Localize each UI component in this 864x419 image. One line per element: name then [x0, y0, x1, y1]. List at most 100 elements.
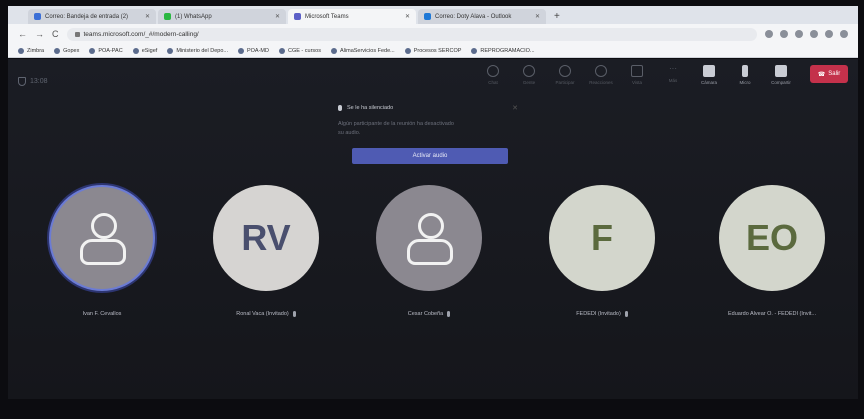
bookmark-icon [167, 47, 174, 54]
bookmark-item[interactable]: Ministerio del Depo... [167, 47, 228, 54]
participant-name-row: FEDEDI (Invitado) [576, 311, 628, 317]
new-tab-button[interactable]: + [548, 9, 566, 24]
control-label: Chat [488, 80, 498, 85]
mic-icon [338, 105, 342, 111]
bookmark-label: eSigef [141, 47, 158, 54]
chat-button[interactable]: Chat [482, 65, 504, 85]
raise-hand-icon [559, 65, 571, 77]
bookmark-item[interactable]: Zimbra [18, 47, 45, 54]
people-icon [523, 65, 535, 77]
mic-button[interactable]: Micro [734, 65, 756, 85]
leave-button[interactable]: ☎ Salir [810, 65, 848, 83]
share-icon [775, 65, 787, 77]
close-icon[interactable]: ✕ [405, 13, 410, 20]
back-icon[interactable]: ← [18, 29, 27, 39]
avatar [49, 185, 155, 291]
participant-name-row: Eduardo Alvear O. - FEDEDI (Invit... [728, 311, 816, 317]
address-bar: ← → C teams.microsoft.com/_#/modern-call… [8, 24, 858, 44]
bookmark-item[interactable]: POA-MD [237, 47, 269, 54]
lock-icon [74, 31, 80, 37]
bookmark-item[interactable]: eSigef [132, 47, 158, 54]
bookmark-item[interactable]: REPROGRAMACIO... [471, 47, 535, 54]
bookmark-item[interactable]: AlimaServicios Fede... [331, 47, 395, 54]
participant-tile[interactable]: Ivan F. Cevallos [37, 185, 167, 317]
unmute-button[interactable]: Activar audio [352, 148, 508, 164]
people-button[interactable]: Gente [518, 65, 540, 85]
teams-icon [294, 13, 301, 20]
extension-icons [765, 30, 848, 38]
close-icon[interactable]: ✕ [535, 13, 540, 20]
bookmark-label: Gopex [63, 47, 80, 54]
whatsapp-icon [164, 13, 171, 20]
control-label: Más [668, 78, 678, 83]
participant-tile[interactable]: RV Ronal Vaca (Invitado) [201, 185, 331, 317]
control-label: Reacciones [589, 80, 613, 85]
bookmark-item[interactable]: Procesos SERCOP [404, 47, 462, 54]
chat-icon [487, 65, 499, 77]
bookmark-item[interactable]: CGE - cursos [278, 47, 321, 54]
participant-name-row: Ivan F. Cevallos [83, 311, 122, 317]
camera-button[interactable]: Cámara [698, 65, 720, 85]
participant-tile[interactable]: EO Eduardo Alvear O. - FEDEDI (Invit... [707, 185, 837, 317]
participant-tile[interactable]: F FEDEDI (Invitado) [537, 185, 667, 317]
participant-name: Eduardo Alvear O. - FEDEDI (Invit... [727, 311, 817, 317]
close-icon[interactable]: ✕ [512, 104, 518, 112]
tab-label: Correo: Bandeja de entrada (2) [45, 13, 129, 20]
close-icon[interactable]: ✕ [145, 13, 150, 20]
browser-tab[interactable]: Correo: Bandeja de entrada (2) ✕ [28, 9, 156, 24]
reaction-icon [595, 65, 607, 77]
avatar-initials: F [591, 217, 613, 258]
bookmark-icon [18, 47, 24, 54]
bookmark-label: Procesos SERCOP [413, 47, 462, 54]
bookmark-label: POA-PAC [98, 47, 123, 54]
tab-label: Correo: Doty Alava - Outlook [435, 13, 512, 20]
bookmark-item[interactable]: Gopex [54, 47, 80, 54]
avatar: EO [719, 185, 825, 291]
meeting-stage: 13:08 Chat Gente Participar Reacciones V… [8, 59, 858, 399]
share-button[interactable]: Compartir [770, 65, 792, 85]
mic-off-icon [447, 311, 451, 317]
bookmark-item[interactable]: POA-PAC [89, 47, 123, 54]
participant-tile[interactable]: Cesar Cobeña [364, 185, 494, 317]
tab-label: Microsoft Teams [305, 13, 349, 20]
tab-label: (1) WhatsApp [175, 13, 212, 20]
person-icon [402, 211, 456, 265]
extension-icon[interactable] [810, 30, 818, 38]
raise-hand-button[interactable]: Participar [554, 65, 576, 85]
url-text: teams.microsoft.com/_#/modern-calling/ [83, 30, 199, 38]
share-icon[interactable] [780, 30, 788, 38]
avatar-initials: RV [241, 217, 291, 258]
bookmark-icon [237, 47, 244, 54]
forward-icon[interactable]: → [35, 29, 44, 39]
bookmark-label: Zimbra [27, 47, 45, 54]
star-icon[interactable] [795, 30, 803, 38]
leave-label: Salir [828, 71, 841, 77]
participant-name-row: Ronal Vaca (Invitado) [236, 311, 296, 317]
avatar [376, 185, 482, 291]
bookmark-icon [404, 47, 411, 54]
more-button[interactable]: ··· Más [662, 65, 684, 84]
notification-header: Se le ha silenciado ✕ [338, 104, 518, 112]
key-icon[interactable] [765, 30, 773, 38]
reactions-button[interactable]: Reacciones [589, 65, 613, 85]
browser-tab-strip: Correo: Bandeja de entrada (2) ✕ (1) Wha… [8, 6, 858, 24]
participant-name-row: Cesar Cobeña [407, 311, 451, 317]
close-icon[interactable]: ✕ [275, 13, 280, 20]
phone-icon: ☎ [817, 71, 826, 78]
browser-tab[interactable]: (1) WhatsApp ✕ [158, 9, 286, 24]
url-field[interactable]: teams.microsoft.com/_#/modern-calling/ [66, 27, 757, 41]
bookmark-icon [278, 47, 285, 54]
bookmark-icon [331, 47, 337, 54]
profile-icon[interactable] [825, 30, 833, 38]
bookmark-icon [89, 47, 96, 54]
avatar: F [549, 185, 655, 291]
view-button[interactable]: Vista [626, 65, 648, 85]
menu-icon[interactable] [840, 30, 848, 38]
reload-icon[interactable]: C [52, 29, 59, 39]
participant-name: Ronal Vaca (Invitado) [236, 311, 289, 317]
browser-tab[interactable]: Microsoft Teams ✕ [288, 9, 416, 24]
timer-text: 13:08 [30, 78, 48, 85]
browser-tab[interactable]: Correo: Doty Alava - Outlook ✕ [418, 9, 546, 24]
bookmark-label: REPROGRAMACIO... [480, 47, 535, 54]
participant-name: Cesar Cobeña [407, 311, 444, 317]
